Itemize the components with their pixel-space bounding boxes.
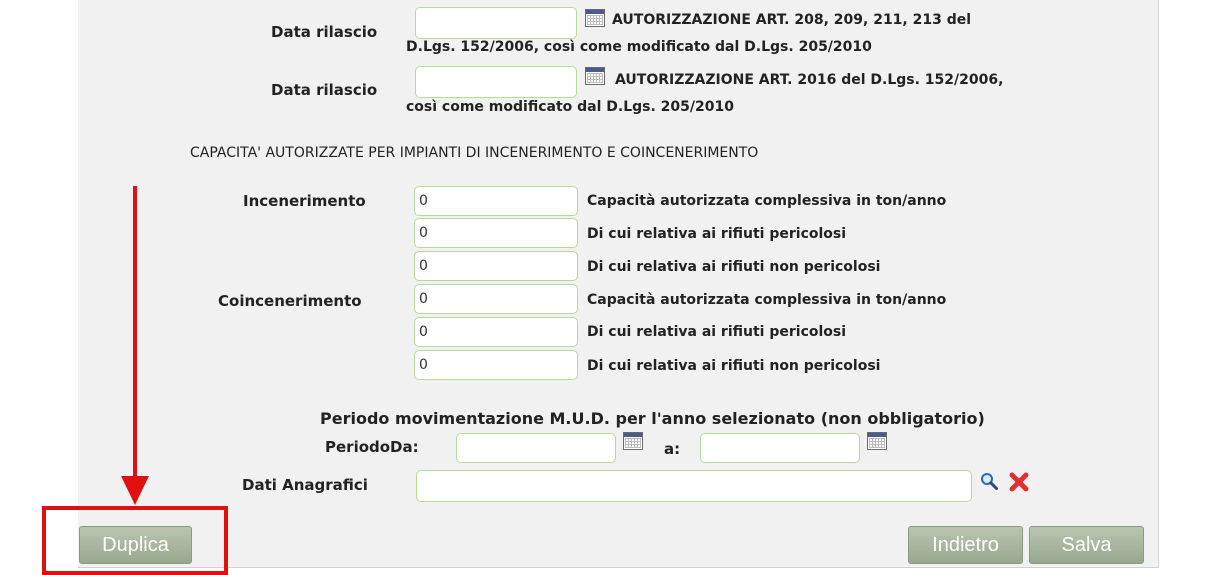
period-from-field[interactable] [456,433,616,463]
period-heading: Periodo movimentazione M.U.D. per l'anno… [320,409,985,428]
calendar-icon[interactable] [585,9,605,27]
calendar-icon[interactable] [585,67,605,85]
coincenerimento-pericolosi-desc: Di cui relativa ai rifiuti pericolosi [587,324,847,340]
incenerimento-pericolosi-desc: Di cui relativa ai rifiuti pericolosi [587,226,847,242]
incenerimento-total-field[interactable] [414,186,578,216]
capacity-heading: CAPACITA' AUTORIZZATE PER IMPIANTI DI IN… [190,145,759,161]
salva-button[interactable]: Salva [1029,526,1144,564]
coincenerimento-pericolosi-field[interactable] [414,317,578,347]
coincenerimento-label: Coincenerimento [218,292,362,310]
incenerimento-label: Incenerimento [243,192,366,210]
dati-anagrafici-label: Dati Anagrafici [242,476,368,494]
red-x-icon[interactable] [1008,471,1030,493]
incenerimento-pericolosi-field[interactable] [414,218,578,248]
period-to-label: a: [664,440,681,458]
authorization-description-1a: AUTORIZZAZIONE ART. 208, 209, 211, 213 d… [612,12,972,28]
duplica-button[interactable]: Duplica [79,526,192,564]
data-rilascio-label-1: Data rilascio [271,23,378,41]
indietro-button[interactable]: Indietro [908,526,1023,564]
data-rilascio-field-2[interactable] [415,66,577,98]
coincenerimento-non-pericolosi-field[interactable] [414,350,578,380]
coincenerimento-total-desc: Capacità autorizzata complessiva in ton/… [587,292,947,308]
dati-anagrafici-field[interactable] [416,470,972,502]
data-rilascio-field-1[interactable] [415,7,577,39]
calendar-icon[interactable] [623,432,643,450]
incenerimento-non-pericolosi-field[interactable] [414,251,578,281]
period-to-field[interactable] [700,433,860,463]
authorization-description-2b: così come modificato dal D.Lgs. 205/2010 [406,99,734,115]
period-from-label: PeriodoDa: [325,438,419,456]
authorization-description-2a: AUTORIZZAZIONE ART. 2016 del D.Lgs. 152/… [615,72,1004,88]
magnifier-icon[interactable] [980,472,998,490]
incenerimento-non-pericolosi-desc: Di cui relativa ai rifiuti non pericolos… [587,259,881,275]
data-rilascio-label-2: Data rilascio [271,81,378,99]
coincenerimento-total-field[interactable] [414,284,578,314]
coincenerimento-non-pericolosi-desc: Di cui relativa ai rifiuti non pericolos… [587,358,881,374]
calendar-icon[interactable] [867,432,887,450]
incenerimento-total-desc: Capacità autorizzata complessiva in ton/… [587,193,947,209]
authorization-description-1b: D.Lgs. 152/2006, così come modificato da… [406,39,872,55]
